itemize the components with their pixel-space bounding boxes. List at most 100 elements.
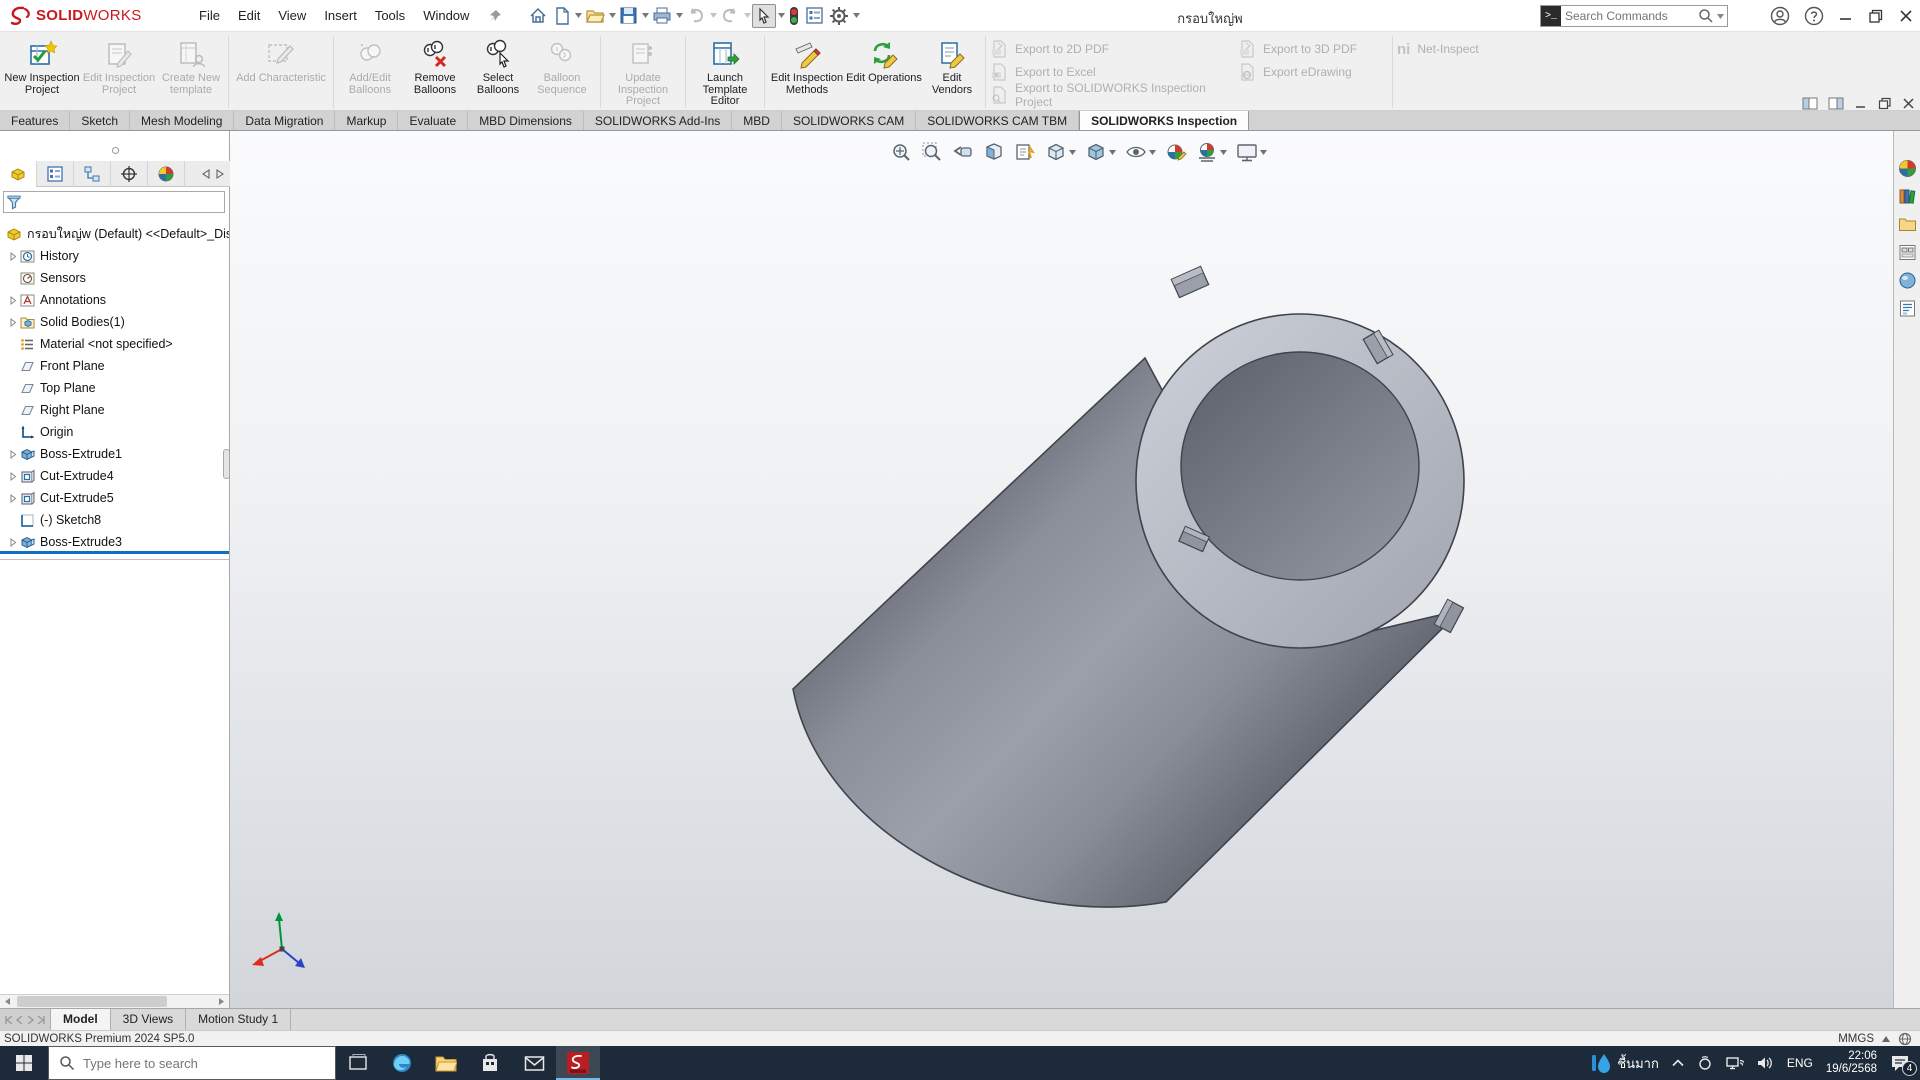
tree-item-right-plane[interactable]: Right Plane bbox=[0, 399, 229, 421]
settings-gear-icon[interactable] bbox=[827, 4, 851, 28]
speaker-icon[interactable] bbox=[1757, 1055, 1774, 1071]
select-tool-button[interactable] bbox=[752, 4, 776, 28]
feature-tree-filter-input[interactable] bbox=[25, 193, 224, 211]
solidworks-resources-icon[interactable] bbox=[1898, 159, 1917, 178]
task-view-button[interactable] bbox=[336, 1046, 380, 1080]
ribbon-button-new-inspection-project[interactable]: New Inspection Project bbox=[4, 34, 80, 96]
dropdown-caret-icon[interactable] bbox=[1109, 150, 1116, 155]
settings-dropdown-icon[interactable] bbox=[853, 13, 860, 18]
expand-icon[interactable] bbox=[6, 318, 20, 327]
tree-item-sensors[interactable]: Sensors bbox=[0, 267, 229, 289]
dropdown-caret-icon[interactable] bbox=[1220, 150, 1227, 155]
taskbar-search[interactable] bbox=[48, 1046, 336, 1080]
view-settings-button[interactable] bbox=[1236, 141, 1267, 163]
first-tab-icon[interactable] bbox=[4, 1015, 14, 1025]
notification-center-button[interactable]: 4 bbox=[1890, 1054, 1910, 1072]
tab-evaluate[interactable]: Evaluate bbox=[398, 111, 468, 130]
section-view-icon[interactable] bbox=[983, 141, 1005, 163]
prev-tab-icon[interactable] bbox=[16, 1015, 24, 1025]
command-search[interactable]: >_ bbox=[1540, 5, 1728, 27]
manager-tabs-scroll-right-icon[interactable] bbox=[216, 169, 224, 179]
unit-system-label[interactable]: MMGS bbox=[1838, 1033, 1874, 1045]
doc-restore-button[interactable] bbox=[1878, 97, 1892, 110]
scrollbar-thumb[interactable] bbox=[17, 996, 167, 1007]
tree-item-top-plane[interactable]: Top Plane bbox=[0, 377, 229, 399]
open-button[interactable] bbox=[583, 5, 607, 27]
tree-item-cut-extrude4[interactable]: Cut-Extrude4 bbox=[0, 465, 229, 487]
options-list-icon[interactable] bbox=[803, 4, 826, 27]
zoom-to-area-icon[interactable] bbox=[921, 141, 943, 163]
graphics-viewport[interactable] bbox=[230, 131, 1893, 1008]
taskbar-search-input[interactable] bbox=[83, 1056, 325, 1071]
file-explorer-pane-icon[interactable] bbox=[1898, 215, 1917, 234]
tree-item-material[interactable]: Material <not specified> bbox=[0, 333, 229, 355]
next-tab-icon[interactable] bbox=[26, 1015, 34, 1025]
view-palette-icon[interactable] bbox=[1898, 243, 1917, 262]
status-globe-icon[interactable] bbox=[1898, 1032, 1912, 1046]
tray-status-icon[interactable] bbox=[1697, 1055, 1713, 1071]
ribbon-button-select-balloons[interactable]: Select Balloons bbox=[468, 34, 528, 96]
solidworks-taskbar-icon[interactable] bbox=[556, 1046, 600, 1080]
save-button[interactable] bbox=[617, 4, 640, 27]
expand-icon[interactable] bbox=[6, 472, 20, 481]
print-button[interactable] bbox=[650, 4, 674, 27]
new-document-button[interactable] bbox=[551, 4, 573, 28]
menu-view[interactable]: View bbox=[269, 3, 315, 28]
scroll-right-icon[interactable] bbox=[214, 995, 229, 1008]
rollback-bar[interactable] bbox=[0, 551, 229, 554]
feature-manager-tab[interactable] bbox=[0, 161, 37, 187]
display-pane-right-icon[interactable] bbox=[1828, 97, 1844, 110]
menu-edit[interactable]: Edit bbox=[229, 3, 269, 28]
doc-tab-motion-study-1[interactable]: Motion Study 1 bbox=[186, 1009, 291, 1030]
search-commands-input[interactable] bbox=[1561, 9, 1698, 23]
panel-resize-dot[interactable] bbox=[112, 147, 119, 154]
last-tab-icon[interactable] bbox=[36, 1015, 46, 1025]
zoom-to-fit-icon[interactable] bbox=[890, 141, 912, 163]
ribbon-button-launch-template-editor[interactable]: Launch Template Editor bbox=[690, 34, 760, 108]
close-window-button[interactable] bbox=[1898, 8, 1914, 24]
scroll-left-icon[interactable] bbox=[0, 995, 15, 1008]
tab-solidworks-inspection[interactable]: SOLIDWORKS Inspection bbox=[1079, 111, 1249, 130]
new-document-dropdown-icon[interactable] bbox=[575, 13, 582, 18]
tree-item-sketch8[interactable]: (-) Sketch8 bbox=[0, 509, 229, 531]
doc-tab-3d-views[interactable]: 3D Views bbox=[111, 1009, 186, 1030]
doc-tab-model[interactable]: Model bbox=[50, 1009, 111, 1030]
menu-window[interactable]: Window bbox=[414, 3, 478, 28]
display-style-button[interactable] bbox=[1085, 141, 1116, 163]
doc-minimize-button[interactable] bbox=[1854, 97, 1868, 110]
expand-icon[interactable] bbox=[6, 450, 20, 459]
display-pane-left-icon[interactable] bbox=[1802, 97, 1818, 110]
tree-item-history[interactable]: History bbox=[0, 245, 229, 267]
tree-root[interactable]: กรอบใหญ่w (Default) <<Default>_Displ bbox=[0, 223, 229, 245]
apply-scene-button[interactable] bbox=[1196, 141, 1227, 163]
cylinder-bore[interactable] bbox=[1181, 352, 1419, 580]
expand-icon[interactable] bbox=[6, 252, 20, 261]
property-manager-tab[interactable] bbox=[37, 161, 74, 187]
save-dropdown-icon[interactable] bbox=[642, 13, 649, 18]
edge-icon[interactable] bbox=[380, 1046, 424, 1080]
tree-item-boss-extrude1[interactable]: Boss-Extrude1 bbox=[0, 443, 229, 465]
restore-window-button[interactable] bbox=[1868, 8, 1884, 24]
expand-icon[interactable] bbox=[6, 538, 20, 547]
doc-close-button[interactable] bbox=[1902, 97, 1916, 110]
menu-tools[interactable]: Tools bbox=[366, 3, 414, 28]
help-icon[interactable] bbox=[1804, 6, 1824, 26]
tree-pane-splitter[interactable] bbox=[0, 559, 229, 560]
stoplight-icon[interactable] bbox=[786, 4, 802, 28]
minimize-window-button[interactable] bbox=[1838, 8, 1854, 24]
3d-part-model[interactable] bbox=[230, 131, 1893, 1008]
ribbon-button-edit-vendors[interactable]: Edit Vendors bbox=[923, 34, 981, 96]
dropdown-caret-icon[interactable] bbox=[1069, 150, 1076, 155]
mail-icon[interactable] bbox=[512, 1046, 556, 1080]
account-icon[interactable] bbox=[1770, 6, 1790, 26]
display-manager-tab[interactable] bbox=[148, 161, 185, 187]
tree-item-front-plane[interactable]: Front Plane bbox=[0, 355, 229, 377]
tab-solidworks-cam-tbm[interactable]: SOLIDWORKS CAM TBM bbox=[916, 111, 1079, 130]
edit-appearance-button[interactable] bbox=[1165, 141, 1187, 163]
print-dropdown-icon[interactable] bbox=[676, 13, 683, 18]
dropdown-caret-icon[interactable] bbox=[1149, 150, 1156, 155]
language-indicator[interactable]: ENG bbox=[1787, 1056, 1813, 1070]
search-icon[interactable] bbox=[1698, 8, 1714, 24]
tab-data-migration[interactable]: Data Migration bbox=[234, 111, 335, 130]
tab-markup[interactable]: Markup bbox=[335, 111, 398, 130]
